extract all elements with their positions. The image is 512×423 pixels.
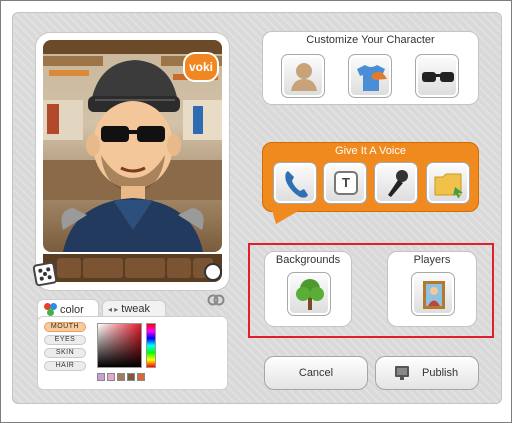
clothing-button[interactable] — [348, 54, 392, 98]
publish-monitor-icon — [395, 366, 409, 380]
voice-text-button[interactable]: T — [323, 162, 367, 204]
voice-microphone-button[interactable] — [374, 162, 418, 204]
publish-button[interactable]: Publish — [375, 356, 479, 390]
accessories-button[interactable] — [415, 54, 459, 98]
part-button-hair[interactable]: HAIR — [44, 361, 86, 371]
tab-color-label: color — [60, 303, 84, 316]
customize-panel: Customize Your Character — [262, 31, 479, 105]
link-icon[interactable] — [207, 293, 225, 307]
voice-title: Give It A Voice — [335, 145, 406, 157]
color-swatch[interactable] — [137, 373, 145, 381]
tshirt-cap-icon — [357, 65, 387, 91]
color-swatch[interactable] — [107, 373, 115, 381]
randomize-dice-icon[interactable] — [32, 261, 58, 287]
preview-controls-bar — [43, 254, 222, 282]
cancel-label: Cancel — [298, 367, 334, 379]
microphone-icon — [388, 170, 408, 197]
color-picker-gradient[interactable] — [97, 323, 142, 368]
customize-title: Customize Your Character — [306, 34, 435, 46]
hue-slider[interactable] — [146, 323, 156, 368]
cancel-button[interactable]: Cancel — [264, 356, 368, 390]
text-key-label: T — [342, 175, 350, 190]
tab-tweak-label: tweak — [121, 303, 151, 315]
voice-upload-button[interactable] — [426, 162, 470, 204]
folder-icon — [434, 173, 463, 198]
publish-label: Publish — [422, 367, 459, 379]
zoom-magnifier-icon[interactable] — [204, 263, 222, 281]
color-swatch[interactable] — [97, 373, 105, 381]
color-swatch[interactable] — [127, 373, 135, 381]
selection-highlight — [248, 243, 494, 338]
tweak-arrows-icon: ◂ ▸ — [108, 304, 119, 314]
sunglasses-icon — [422, 72, 454, 82]
character-preview: voki — [36, 33, 229, 290]
part-button-eyes[interactable]: EYES — [44, 335, 86, 345]
part-button-mouth[interactable]: MOUTH — [44, 322, 86, 332]
voki-logo: voki — [183, 52, 219, 82]
character-scene[interactable]: voki — [43, 40, 222, 252]
color-dots-icon — [44, 303, 57, 316]
character-person-button[interactable] — [281, 54, 325, 98]
color-swatch[interactable] — [117, 373, 125, 381]
tab-tweak[interactable]: ◂ ▸ tweak — [102, 300, 166, 317]
preview-tab-2[interactable] — [83, 258, 123, 278]
preview-tab-1[interactable] — [57, 258, 81, 278]
voice-panel: Give It A Voice T — [262, 142, 479, 212]
preview-tab-3[interactable] — [125, 258, 165, 278]
person-icon — [291, 63, 317, 91]
part-button-skin[interactable]: SKIN — [44, 348, 86, 358]
preview-tab-4[interactable] — [167, 258, 191, 278]
phone-icon — [285, 171, 308, 198]
voice-phone-button[interactable] — [273, 162, 317, 204]
